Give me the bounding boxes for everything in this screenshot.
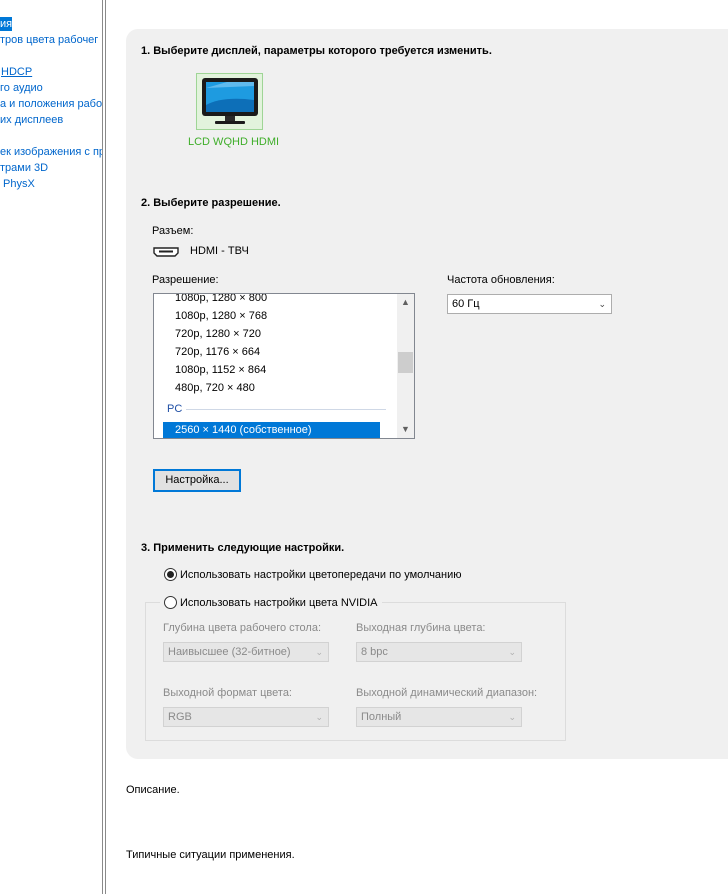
pane-divider-inner — [105, 0, 106, 894]
resolution-list[interactable]: 1080p, 1280 × 800 1080p, 1280 × 768 720p… — [153, 293, 415, 439]
typical-usage-heading: Типичные ситуации применения. — [126, 849, 295, 861]
sidebar-item-image-settings[interactable]: ек изображения с пр — [0, 145, 102, 159]
group-divider — [186, 409, 386, 410]
description-heading: Описание. — [126, 784, 180, 796]
scrollbar[interactable]: ▲ ▼ — [397, 294, 414, 438]
list-item[interactable]: 1080p, 1280 × 768 — [175, 310, 267, 322]
scroll-thumb[interactable] — [398, 352, 413, 373]
refresh-rate-select[interactable]: 60 Гц ⌄ — [447, 294, 612, 314]
option-nvidia-label[interactable]: Использовать настройки цвета NVIDIA — [180, 597, 378, 609]
radio-nvidia-color[interactable] — [164, 596, 177, 609]
radio-default-color[interactable] — [164, 568, 177, 581]
sidebar-item-audio[interactable]: го аудио — [0, 81, 43, 95]
sidebar-item-hdcp[interactable]: HDCP — [1, 65, 32, 79]
output-format-select[interactable]: RGB ⌄ — [163, 707, 329, 727]
list-item[interactable]: 720p, 1280 × 720 — [175, 328, 261, 340]
dynamic-range-select[interactable]: Полный ⌄ — [356, 707, 522, 727]
monitor-icon — [202, 78, 258, 124]
chevron-down-icon: ⌄ — [508, 647, 516, 657]
pane-divider[interactable] — [102, 0, 103, 894]
sidebar-item-resolution[interactable]: ия — [0, 17, 13, 31]
output-format-value: RGB — [168, 711, 192, 723]
dynamic-range-label: Выходной динамический диапазон: — [356, 687, 538, 699]
customize-button[interactable]: Настройка... — [153, 469, 241, 492]
desktop-depth-select[interactable]: Наивысшее (32-битное) ⌄ — [163, 642, 329, 662]
sidebar-item-3d-settings[interactable]: трами 3D — [0, 161, 48, 175]
sidebar-item-desktop-color[interactable]: тров цвета рабочег — [0, 33, 98, 47]
dynamic-range-value: Полный — [361, 711, 402, 723]
desktop-depth-label: Глубина цвета рабочего стола: — [163, 622, 322, 634]
display-tile[interactable] — [196, 73, 263, 130]
desktop-depth-value: Наивысшее (32-битное) — [168, 646, 291, 658]
list-item[interactable]: 480p, 720 × 480 — [175, 382, 255, 394]
resolution-label: Разрешение: — [152, 274, 219, 286]
section-3-title: 3. Применить следующие настройки. — [141, 542, 345, 554]
display-label: LCD WQHD HDMI — [188, 136, 280, 148]
hdmi-icon — [153, 247, 179, 257]
sidebar-item-multiple-displays[interactable]: их дисплеев — [0, 113, 63, 127]
list-item[interactable]: 1080p, 1280 × 800 — [175, 294, 267, 304]
scroll-up-icon[interactable]: ▲ — [397, 294, 414, 311]
output-format-label: Выходной формат цвета: — [163, 687, 292, 699]
group-header-pc: PC — [167, 403, 183, 415]
connector-label: Разъем: — [152, 225, 194, 237]
option-default-label[interactable]: Использовать настройки цветопередачи по … — [180, 569, 462, 581]
sidebar-item-physx[interactable]: PhysX — [3, 177, 35, 191]
chevron-down-icon: ⌄ — [315, 712, 323, 722]
sidebar: ия тров цвета рабочег HDCP го аудио а и … — [0, 0, 102, 894]
section-2-title: 2. Выберите разрешение. — [141, 197, 281, 209]
section-1-title: 1. Выберите дисплей, параметры которого … — [141, 45, 492, 57]
refresh-rate-value: 60 Гц — [452, 298, 480, 310]
sidebar-item-desktop-position[interactable]: а и положения рабо — [0, 97, 102, 111]
output-depth-value: 8 bpc — [361, 646, 388, 658]
list-item[interactable]: 720p, 1176 × 664 — [175, 346, 260, 358]
output-depth-select[interactable]: 8 bpc ⌄ — [356, 642, 522, 662]
chevron-down-icon: ⌄ — [315, 647, 323, 657]
chevron-down-icon: ⌄ — [508, 712, 516, 722]
list-item-selected[interactable]: 2560 × 1440 (собственное) — [163, 422, 380, 438]
chevron-down-icon: ⌄ — [598, 299, 606, 309]
output-depth-label: Выходная глубина цвета: — [356, 622, 486, 634]
scroll-down-icon[interactable]: ▼ — [397, 421, 414, 438]
connector-value: HDMI - ТВЧ — [190, 245, 249, 257]
list-item[interactable]: 1080p, 1152 × 864 — [175, 364, 266, 376]
refresh-label: Частота обновления: — [447, 274, 555, 286]
